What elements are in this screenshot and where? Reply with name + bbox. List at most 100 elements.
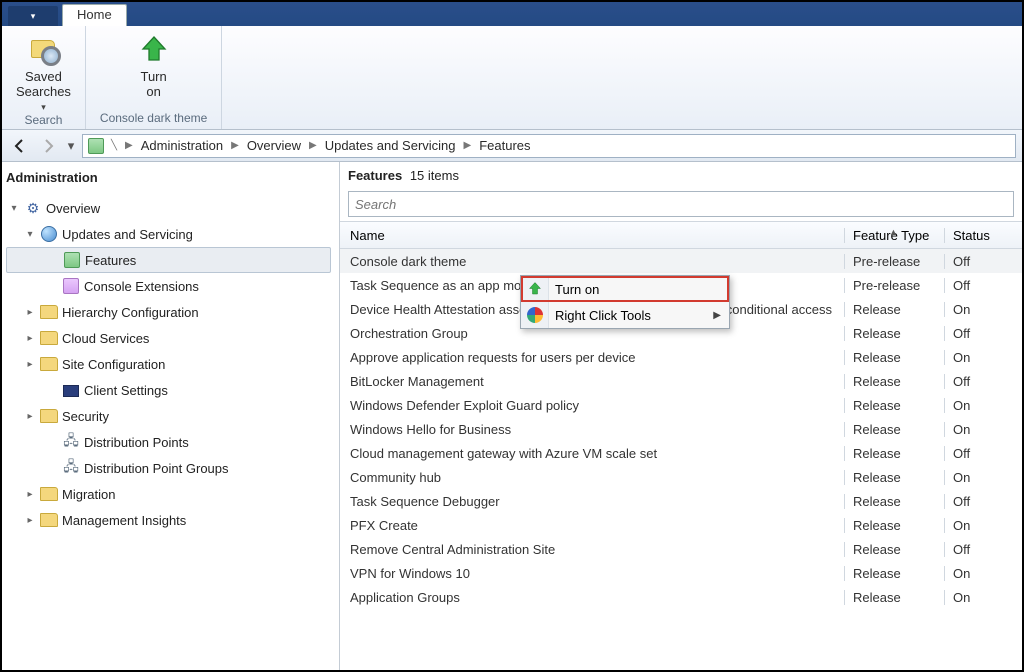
- overview-icon: ⚙: [24, 199, 42, 217]
- breadcrumb-item-features[interactable]: Features: [477, 138, 532, 153]
- breadcrumb-item-administration[interactable]: Administration: [139, 138, 225, 153]
- distribution-groups-icon: 🖧: [62, 459, 80, 477]
- table-row[interactable]: Windows Hello for BusinessReleaseOn: [340, 417, 1022, 441]
- cell-status: Off: [944, 494, 1022, 509]
- col-header-name[interactable]: Name: [340, 228, 844, 243]
- search-input[interactable]: [349, 197, 1013, 212]
- ribbon-group-label-search: Search: [24, 113, 62, 129]
- tree-node-features[interactable]: Features: [6, 247, 331, 273]
- cell-type: Release: [844, 494, 944, 509]
- cell-type: Release: [844, 302, 944, 317]
- ribbon-group-dark-theme: Turn on Console dark theme: [86, 26, 222, 129]
- updates-icon: [40, 225, 58, 243]
- cell-status: Off: [944, 374, 1022, 389]
- table-row[interactable]: Cloud management gateway with Azure VM s…: [340, 441, 1022, 465]
- cell-status: On: [944, 350, 1022, 365]
- table-row[interactable]: PFX CreateReleaseOn: [340, 513, 1022, 537]
- right-click-tools-icon: [525, 305, 545, 325]
- folder-icon: [40, 329, 58, 347]
- cell-status: On: [944, 566, 1022, 581]
- cell-type: Release: [844, 518, 944, 533]
- table-row[interactable]: Application GroupsReleaseOn: [340, 585, 1022, 609]
- breadcrumb-item-updates[interactable]: Updates and Servicing: [323, 138, 458, 153]
- tree-node-console-extensions[interactable]: Console Extensions: [6, 273, 339, 299]
- ribbon-group-label-dark-theme: Console dark theme: [100, 111, 207, 127]
- navigation-tree: Administration ▾⚙Overview ▾Updates and S…: [2, 162, 340, 670]
- nav-back-button[interactable]: [8, 134, 32, 158]
- arrow-up-icon: [525, 279, 545, 299]
- cell-type: Release: [844, 326, 944, 341]
- cell-status: On: [944, 470, 1022, 485]
- content-count: 15 items: [410, 168, 459, 183]
- table-row[interactable]: VPN for Windows 10ReleaseOn: [340, 561, 1022, 585]
- cell-name: PFX Create: [340, 518, 844, 533]
- tree-title: Administration: [2, 162, 339, 195]
- cell-status: On: [944, 302, 1022, 317]
- tree-node-insights[interactable]: ▸Management Insights: [6, 507, 339, 533]
- cell-status: On: [944, 518, 1022, 533]
- table-row[interactable]: Task Sequence DebuggerReleaseOff: [340, 489, 1022, 513]
- content-title: Features: [348, 168, 402, 183]
- cell-type: Release: [844, 542, 944, 557]
- cell-name: Windows Hello for Business: [340, 422, 844, 437]
- table-row[interactable]: Windows Defender Exploit Guard policyRel…: [340, 393, 1022, 417]
- app-menu-button[interactable]: ▾: [8, 6, 58, 26]
- chevron-right-icon[interactable]: ▶: [123, 140, 135, 151]
- folder-icon: [40, 355, 58, 373]
- cell-type: Release: [844, 566, 944, 581]
- content-header: Features 15 items: [340, 162, 1022, 189]
- navbar: ▾ ╲ ▶ Administration ▶ Overview ▶ Update…: [2, 130, 1022, 162]
- cell-type: Release: [844, 446, 944, 461]
- chevron-right-icon[interactable]: ▶: [307, 140, 319, 151]
- sort-asc-icon: ▲: [889, 227, 898, 237]
- cell-name: Windows Defender Exploit Guard policy: [340, 398, 844, 413]
- chevron-right-icon[interactable]: ▶: [462, 140, 474, 151]
- tree-node-security[interactable]: ▸Security: [6, 403, 339, 429]
- tree-node-hierarchy[interactable]: ▸Hierarchy Configuration: [6, 299, 339, 325]
- tree-node-overview[interactable]: ▾⚙Overview: [6, 195, 339, 221]
- tab-home[interactable]: Home: [62, 4, 127, 26]
- saved-searches-button[interactable]: Saved Searches ▾: [16, 30, 71, 113]
- ribbon-group-search: Saved Searches ▾ Search: [2, 26, 86, 129]
- turn-on-button[interactable]: Turn on: [138, 30, 170, 100]
- cell-status: On: [944, 590, 1022, 605]
- breadcrumb-sep-icon: ╲: [109, 140, 119, 151]
- cell-type: Pre-release: [844, 278, 944, 293]
- breadcrumb-item-overview[interactable]: Overview: [245, 138, 303, 153]
- nav-forward-button[interactable]: [36, 134, 60, 158]
- table-row[interactable]: Community hubReleaseOn: [340, 465, 1022, 489]
- table-row[interactable]: Remove Central Administration SiteReleas…: [340, 537, 1022, 561]
- breadcrumb[interactable]: ╲ ▶ Administration ▶ Overview ▶ Updates …: [82, 134, 1016, 158]
- tree-node-distribution-groups[interactable]: 🖧Distribution Point Groups: [6, 455, 339, 481]
- cell-name: Community hub: [340, 470, 844, 485]
- search-box[interactable]: [348, 191, 1014, 217]
- cell-status: Off: [944, 446, 1022, 461]
- tree-node-site-config[interactable]: ▸Site Configuration: [6, 351, 339, 377]
- table-row[interactable]: BitLocker ManagementReleaseOff: [340, 369, 1022, 393]
- tree-node-cloud[interactable]: ▸Cloud Services: [6, 325, 339, 351]
- tree-node-updates[interactable]: ▾Updates and Servicing: [6, 221, 339, 247]
- tree-node-client-settings[interactable]: Client Settings: [6, 377, 339, 403]
- cell-status: On: [944, 422, 1022, 437]
- features-icon: [63, 251, 81, 269]
- cell-type: Release: [844, 374, 944, 389]
- cell-status: Off: [944, 326, 1022, 341]
- chevron-right-icon[interactable]: ▶: [229, 140, 241, 151]
- distribution-points-icon: 🖧: [62, 433, 80, 451]
- cell-type: Release: [844, 398, 944, 413]
- context-item-turn-on[interactable]: Turn on: [521, 276, 729, 302]
- tree-node-distribution-points[interactable]: 🖧Distribution Points: [6, 429, 339, 455]
- context-item-right-click-tools[interactable]: Right Click Tools ▶: [521, 302, 729, 328]
- cell-name: BitLocker Management: [340, 374, 844, 389]
- table-row[interactable]: Console dark themePre-releaseOff: [340, 249, 1022, 273]
- cell-type: Release: [844, 350, 944, 365]
- nav-history-button[interactable]: ▾: [64, 134, 78, 158]
- table-row[interactable]: Approve application requests for users p…: [340, 345, 1022, 369]
- tree-node-migration[interactable]: ▸Migration: [6, 481, 339, 507]
- cell-name: Console dark theme: [340, 254, 844, 269]
- col-header-status[interactable]: Status: [944, 228, 1022, 243]
- cell-name: Application Groups: [340, 590, 844, 605]
- client-settings-icon: [62, 381, 80, 399]
- col-header-type[interactable]: Feature Type▲: [844, 228, 944, 243]
- cell-name: Remove Central Administration Site: [340, 542, 844, 557]
